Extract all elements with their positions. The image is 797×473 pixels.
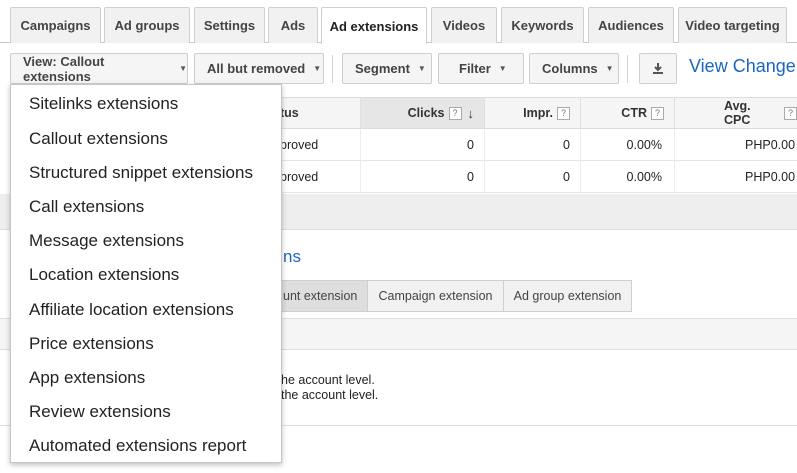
table-cell-avg-cpc: PHP0.00 — [674, 161, 797, 193]
tab-keywords[interactable]: Keywords — [501, 7, 584, 43]
ad-group-extension-tab[interactable]: Ad group extension — [503, 280, 632, 312]
column-header-label: Impr. — [523, 106, 553, 120]
columns-button[interactable]: Columns ▼ — [529, 53, 619, 84]
tab-campaigns[interactable]: Campaigns — [10, 7, 101, 43]
table-cell-clicks: 0 — [360, 129, 484, 161]
account-extension-tab[interactable]: unt extension — [268, 280, 368, 312]
toolbar-divider — [627, 55, 628, 83]
menu-item-call-extensions[interactable]: Call extensions — [29, 197, 144, 217]
help-icon[interactable]: ? — [784, 106, 797, 120]
section-title: ns — [283, 247, 301, 266]
menu-item-app-extensions[interactable]: App extensions — [29, 368, 145, 388]
menu-item-callout-extensions[interactable]: Callout extensions — [29, 129, 168, 149]
sort-descending-icon: ↓ — [467, 105, 475, 121]
segment-button[interactable]: Segment ▼ — [342, 53, 432, 84]
download-button[interactable] — [639, 53, 677, 84]
column-header-ctr[interactable]: CTR ? — [580, 97, 674, 129]
tab-label: Audiences — [598, 18, 664, 33]
table-cell-avg-cpc: PHP0.00 — [674, 129, 797, 161]
menu-item-message-extensions[interactable]: Message extensions — [29, 231, 184, 251]
menu-item-review-extensions[interactable]: Review extensions — [29, 402, 171, 422]
column-header-clicks[interactable]: Clicks ? ↓ — [360, 97, 484, 129]
tab-label: Ad extensions — [329, 18, 419, 34]
menu-item-structured-snippet-extensions[interactable]: Structured snippet extensions — [29, 163, 253, 183]
tab-settings[interactable]: Settings — [194, 7, 265, 43]
help-icon[interactable]: ? — [557, 106, 570, 120]
tab-label: Settings — [203, 18, 256, 33]
tab-ad-extensions[interactable]: Ad extensions — [321, 7, 427, 44]
tab-ad-groups[interactable]: Ad groups — [104, 7, 190, 43]
chevron-down-icon: ▼ — [605, 64, 614, 73]
filter-label: Filter — [459, 61, 491, 76]
menu-item-location-extensions[interactable]: Location extensions — [29, 265, 179, 285]
segment-label: Segment — [355, 61, 410, 76]
column-header-label: Avg. CPC — [724, 99, 751, 127]
tab-videos[interactable]: Videos — [431, 7, 497, 43]
tab-label: Video targeting — [685, 18, 780, 33]
tab-label: Ads — [280, 18, 306, 33]
download-icon — [653, 63, 663, 74]
view-dropdown-label: View: Callout extensions — [23, 53, 105, 84]
chevron-down-icon: ▼ — [179, 64, 187, 73]
tab-label: Campaigns — [20, 18, 91, 33]
tab-audiences[interactable]: Audiences — [588, 7, 674, 43]
view-dropdown-menu: Sitelinks extensions Callout extensions … — [10, 84, 282, 463]
status-filter-label: All but removed — [207, 61, 306, 76]
column-header-impr[interactable]: Impr. ? — [484, 97, 580, 129]
columns-label: Columns — [542, 61, 598, 76]
segment-tab-label: Campaign extension — [378, 289, 493, 303]
view-changes-link[interactable]: View Change — [689, 56, 796, 77]
toolbar-divider — [332, 55, 333, 83]
menu-item-affiliate-location-extensions[interactable]: Affiliate location extensions — [29, 300, 234, 320]
column-header-label: Clicks — [407, 106, 445, 120]
menu-item-price-extensions[interactable]: Price extensions — [29, 334, 154, 354]
tab-video-targeting[interactable]: Video targeting — [678, 7, 787, 43]
tab-label: Ad groups — [114, 18, 180, 33]
help-icon[interactable]: ? — [448, 106, 462, 120]
menu-item-sitelinks-extensions[interactable]: Sitelinks extensions — [29, 94, 178, 114]
tab-label: Videos — [442, 18, 486, 33]
column-header-label: tus — [280, 106, 299, 120]
view-dropdown-button[interactable]: View: Callout extensions ▼ — [10, 53, 188, 84]
tab-ads[interactable]: Ads — [268, 7, 318, 43]
chevron-down-icon: ▼ — [417, 64, 426, 73]
status-filter-button[interactable]: All but removed ▼ — [194, 53, 324, 84]
column-header-avg-cpc[interactable]: Avg. CPC ? — [674, 97, 797, 129]
filter-button[interactable]: Filter ▼ — [438, 53, 524, 84]
campaign-extension-tab[interactable]: Campaign extension — [367, 280, 504, 312]
segment-tab-label: Ad group extension — [513, 289, 622, 303]
info-text-line: he account level. — [281, 373, 375, 387]
table-cell-ctr: 0.00% — [580, 161, 674, 193]
tab-label: Keywords — [511, 18, 574, 33]
info-text-line: the account level. — [281, 388, 379, 402]
column-header-label: CTR — [621, 106, 647, 120]
table-cell-ctr: 0.00% — [580, 129, 674, 161]
table-cell-impr: 0 — [484, 129, 580, 161]
help-icon[interactable]: ? — [651, 106, 664, 120]
chevron-down-icon: ▼ — [313, 64, 322, 73]
segment-tab-label: unt extension — [283, 289, 358, 303]
table-cell-clicks: 0 — [360, 161, 484, 193]
chevron-down-icon: ▼ — [498, 64, 507, 73]
table-cell-impr: 0 — [484, 161, 580, 193]
menu-item-automated-extensions-report[interactable]: Automated extensions report — [29, 436, 246, 456]
